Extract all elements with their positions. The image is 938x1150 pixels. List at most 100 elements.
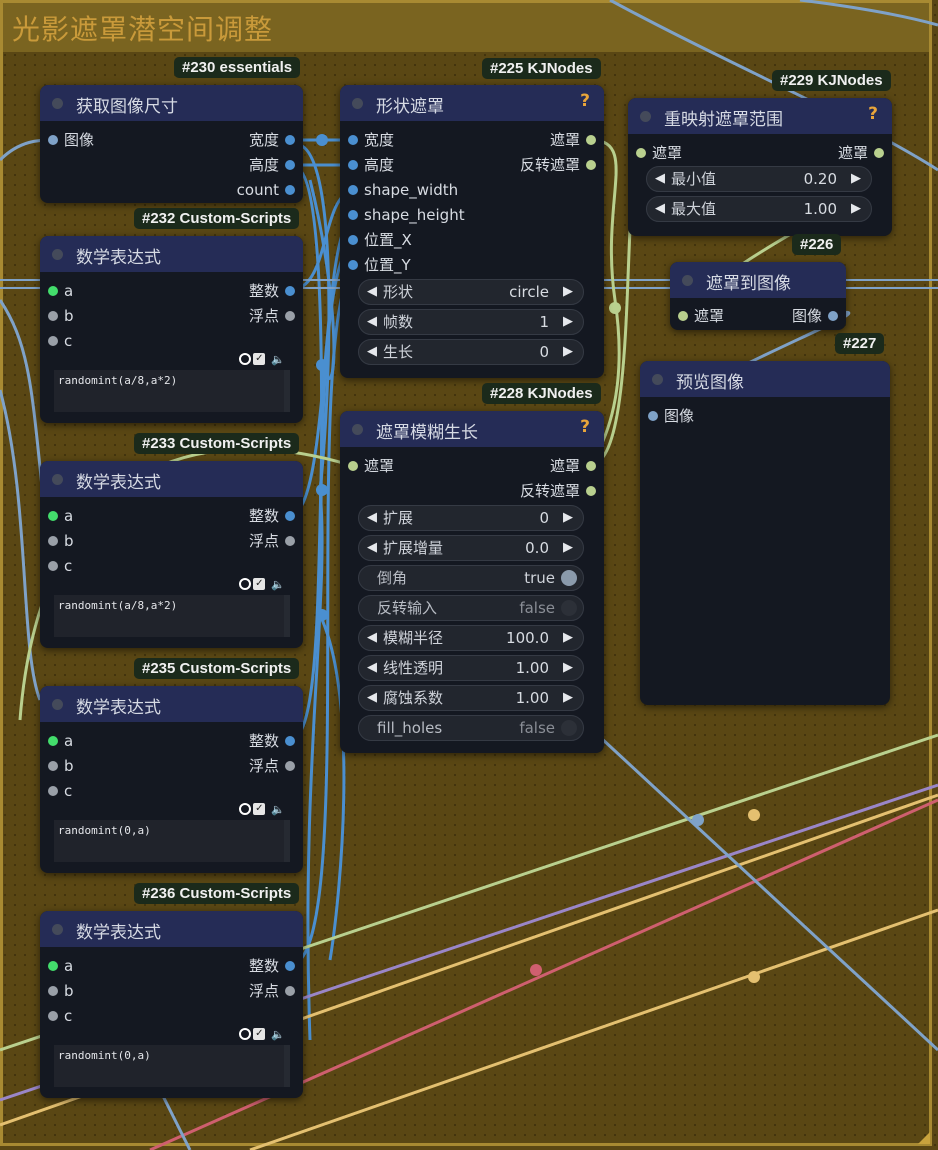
- input-slot[interactable]: c: [48, 331, 128, 351]
- output-slot[interactable]: 遮罩: [774, 143, 884, 163]
- node-math-expression[interactable]: 数学表达式 a b c 整数 浮点 ✓ 🔈 randomint(0,a): [40, 911, 303, 1098]
- collapse-dot-icon[interactable]: [640, 111, 651, 122]
- collapse-dot-icon[interactable]: [652, 374, 663, 385]
- expression-editor[interactable]: randomint(a/8,a*2): [54, 595, 284, 637]
- output-slot[interactable]: 宽度: [175, 130, 295, 150]
- output-slot[interactable]: 浮点: [215, 306, 295, 326]
- node-math-expression[interactable]: 数学表达式 a b c 整数 浮点 ✓ 🔈 randomint(a/8,a*2): [40, 461, 303, 648]
- help-icon[interactable]: ?: [580, 417, 590, 437]
- expression-toolbar[interactable]: ✓ 🔈: [239, 352, 285, 368]
- output-slot[interactable]: 反转遮罩: [486, 155, 596, 175]
- output-slot[interactable]: 高度: [175, 155, 295, 175]
- input-slot[interactable]: 图像: [648, 406, 758, 426]
- help-icon[interactable]: ?: [868, 104, 878, 124]
- node-mask-to-image[interactable]: 遮罩到图像 遮罩 图像: [670, 262, 846, 330]
- input-slot[interactable]: shape_width: [348, 180, 488, 200]
- shape-widget[interactable]: ◀ 形状 circle ▶: [358, 279, 584, 305]
- min-value-widget[interactable]: ◀ 最小值 0.20 ▶: [646, 166, 872, 192]
- input-slot[interactable]: 遮罩: [678, 306, 748, 326]
- node-header[interactable]: 遮罩到图像: [670, 262, 846, 298]
- output-slot[interactable]: 整数: [215, 956, 295, 976]
- node-graph-canvas[interactable]: 光影遮罩潜空间调整 #230 essentials 获取图像尺寸 图像 宽度 高…: [0, 0, 938, 1150]
- node-get-image-size[interactable]: 获取图像尺寸 图像 宽度 高度 count: [40, 85, 303, 203]
- expression-toolbar[interactable]: ✓ 🔈: [239, 577, 285, 593]
- input-slot[interactable]: a: [48, 731, 128, 751]
- output-slot[interactable]: 浮点: [215, 531, 295, 551]
- input-slot[interactable]: c: [48, 1006, 128, 1026]
- max-value-widget[interactable]: ◀ 最大值 1.00 ▶: [646, 196, 872, 222]
- node-shape-mask[interactable]: 形状遮罩 ? 宽度 高度 shape_width shape_height 位置…: [340, 85, 604, 378]
- grow-widget[interactable]: ◀ 生长 0 ▶: [358, 339, 584, 365]
- output-slot[interactable]: 遮罩: [486, 456, 596, 476]
- input-slot[interactable]: c: [48, 556, 128, 576]
- input-slot[interactable]: 位置_X: [348, 230, 488, 250]
- editor-scrollbar[interactable]: [284, 1045, 290, 1087]
- editor-scrollbar[interactable]: [284, 370, 290, 412]
- node-header[interactable]: 形状遮罩 ?: [340, 85, 604, 121]
- input-slot[interactable]: shape_height: [348, 205, 488, 225]
- node-header[interactable]: 遮罩模糊生长 ?: [340, 411, 604, 447]
- collapse-dot-icon[interactable]: [52, 474, 63, 485]
- collapse-dot-icon[interactable]: [52, 98, 63, 109]
- node-math-expression[interactable]: 数学表达式 a b c 整数 浮点 ✓ 🔈 randomint(a/8,a*2): [40, 236, 303, 423]
- editor-scrollbar[interactable]: [284, 820, 290, 862]
- expression-toolbar[interactable]: ✓ 🔈: [239, 1027, 285, 1043]
- input-slot[interactable]: a: [48, 506, 128, 526]
- node-header[interactable]: 数学表达式: [40, 686, 303, 722]
- input-slot[interactable]: b: [48, 531, 128, 551]
- output-slot[interactable]: 浮点: [215, 756, 295, 776]
- input-slot[interactable]: b: [48, 306, 128, 326]
- input-slot[interactable]: c: [48, 781, 128, 801]
- input-slot[interactable]: a: [48, 281, 128, 301]
- input-slot[interactable]: a: [48, 956, 128, 976]
- node-header[interactable]: 数学表达式: [40, 461, 303, 497]
- output-slot[interactable]: 整数: [215, 281, 295, 301]
- frames-widget[interactable]: ◀ 帧数 1 ▶: [358, 309, 584, 335]
- resize-corner-icon[interactable]: [918, 1132, 930, 1144]
- node-header[interactable]: 数学表达式: [40, 911, 303, 947]
- node-remap-mask-range[interactable]: 重映射遮罩范围 ? 遮罩 遮罩 ◀ 最小值 0.20 ▶ ◀ 最大值 1.00 ▶: [628, 98, 892, 236]
- lerp-alpha-widget[interactable]: ◀ 线性透明 1.00 ▶: [358, 655, 584, 681]
- input-slot[interactable]: 遮罩: [636, 143, 746, 163]
- input-slot[interactable]: b: [48, 981, 128, 1001]
- output-slot[interactable]: 图像: [768, 306, 838, 326]
- input-slot[interactable]: 宽度: [348, 130, 488, 150]
- output-slot[interactable]: 整数: [215, 731, 295, 751]
- collapse-dot-icon[interactable]: [352, 98, 363, 109]
- fill-holes-toggle[interactable]: fill_holes false: [358, 715, 584, 741]
- input-slot[interactable]: b: [48, 756, 128, 776]
- tapered-corners-toggle[interactable]: 倒角 true: [358, 565, 584, 591]
- expand-widget[interactable]: ◀ 扩展 0 ▶: [358, 505, 584, 531]
- collapse-dot-icon[interactable]: [52, 249, 63, 260]
- node-header[interactable]: 预览图像: [640, 361, 890, 397]
- invert-input-toggle[interactable]: 反转输入 false: [358, 595, 584, 621]
- expand-increment-widget[interactable]: ◀ 扩展增量 0.0 ▶: [358, 535, 584, 561]
- input-slot[interactable]: 图像: [48, 130, 168, 150]
- input-slot[interactable]: 高度: [348, 155, 488, 175]
- output-slot[interactable]: count: [175, 180, 295, 200]
- node-header[interactable]: 获取图像尺寸: [40, 85, 303, 121]
- output-slot[interactable]: 整数: [215, 506, 295, 526]
- expression-editor[interactable]: randomint(a/8,a*2): [54, 370, 284, 412]
- node-header[interactable]: 重映射遮罩范围 ?: [628, 98, 892, 134]
- collapse-dot-icon[interactable]: [52, 699, 63, 710]
- collapse-dot-icon[interactable]: [682, 275, 693, 286]
- expression-editor[interactable]: randomint(0,a): [54, 1045, 284, 1087]
- node-mask-blur-grow[interactable]: 遮罩模糊生长 ? 遮罩 遮罩 反转遮罩 ◀ 扩展 0 ▶ ◀ 扩展增量 0.0 ▶ 倒角 tr…: [340, 411, 604, 753]
- input-slot[interactable]: 位置_Y: [348, 255, 488, 275]
- node-header[interactable]: 数学表达式: [40, 236, 303, 272]
- expression-editor[interactable]: randomint(0,a): [54, 820, 284, 862]
- decay-factor-widget[interactable]: ◀ 腐蚀系数 1.00 ▶: [358, 685, 584, 711]
- output-slot[interactable]: 浮点: [215, 981, 295, 1001]
- output-slot[interactable]: 遮罩: [486, 130, 596, 150]
- node-math-expression[interactable]: 数学表达式 a b c 整数 浮点 ✓ 🔈 randomint(0,a): [40, 686, 303, 873]
- blur-radius-widget[interactable]: ◀ 模糊半径 100.0 ▶: [358, 625, 584, 651]
- collapse-dot-icon[interactable]: [352, 424, 363, 435]
- input-slot[interactable]: 遮罩: [348, 456, 458, 476]
- output-slot[interactable]: 反转遮罩: [486, 481, 596, 501]
- node-preview-image[interactable]: 预览图像 图像: [640, 361, 890, 705]
- editor-scrollbar[interactable]: [284, 595, 290, 637]
- help-icon[interactable]: ?: [580, 91, 590, 111]
- expression-toolbar[interactable]: ✓ 🔈: [239, 802, 285, 818]
- collapse-dot-icon[interactable]: [52, 924, 63, 935]
